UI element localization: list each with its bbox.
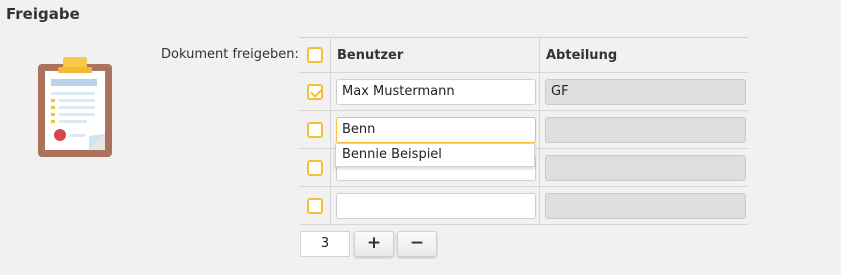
row-checkbox[interactable] [306,83,323,100]
user-input[interactable]: Max Mustermann [336,78,536,105]
column-header-department[interactable]: Abteilung [539,38,748,72]
column-header-user[interactable]: Benutzer [330,38,539,72]
section-title: Freigabe [6,5,80,23]
row-count-controls: 3 + − [300,231,437,257]
department-field [545,116,746,143]
row-checkbox[interactable] [306,121,323,138]
select-all-checkbox[interactable] [306,47,323,63]
user-input[interactable]: Benn [336,116,536,143]
add-row-button[interactable]: + [354,231,394,257]
share-document-label: Dokument freigeben: [161,47,299,62]
clipboard-icon [38,57,112,157]
share-table: Benutzer Abteilung Max Mustermann GF Ben… [299,37,748,225]
remove-row-button[interactable]: − [397,231,437,257]
table-row: Max Mustermann GF [299,73,748,111]
row-count-input[interactable]: 3 [300,231,350,257]
department-field [545,192,746,219]
table-row [299,187,748,225]
row-checkbox[interactable] [306,197,323,214]
table-header: Benutzer Abteilung [299,37,748,73]
autocomplete-suggestion[interactable]: Bennie Beispiel [335,143,535,167]
row-checkbox[interactable] [306,159,323,176]
user-input[interactable] [336,192,536,219]
department-field [545,154,746,181]
department-field: GF [545,78,746,105]
